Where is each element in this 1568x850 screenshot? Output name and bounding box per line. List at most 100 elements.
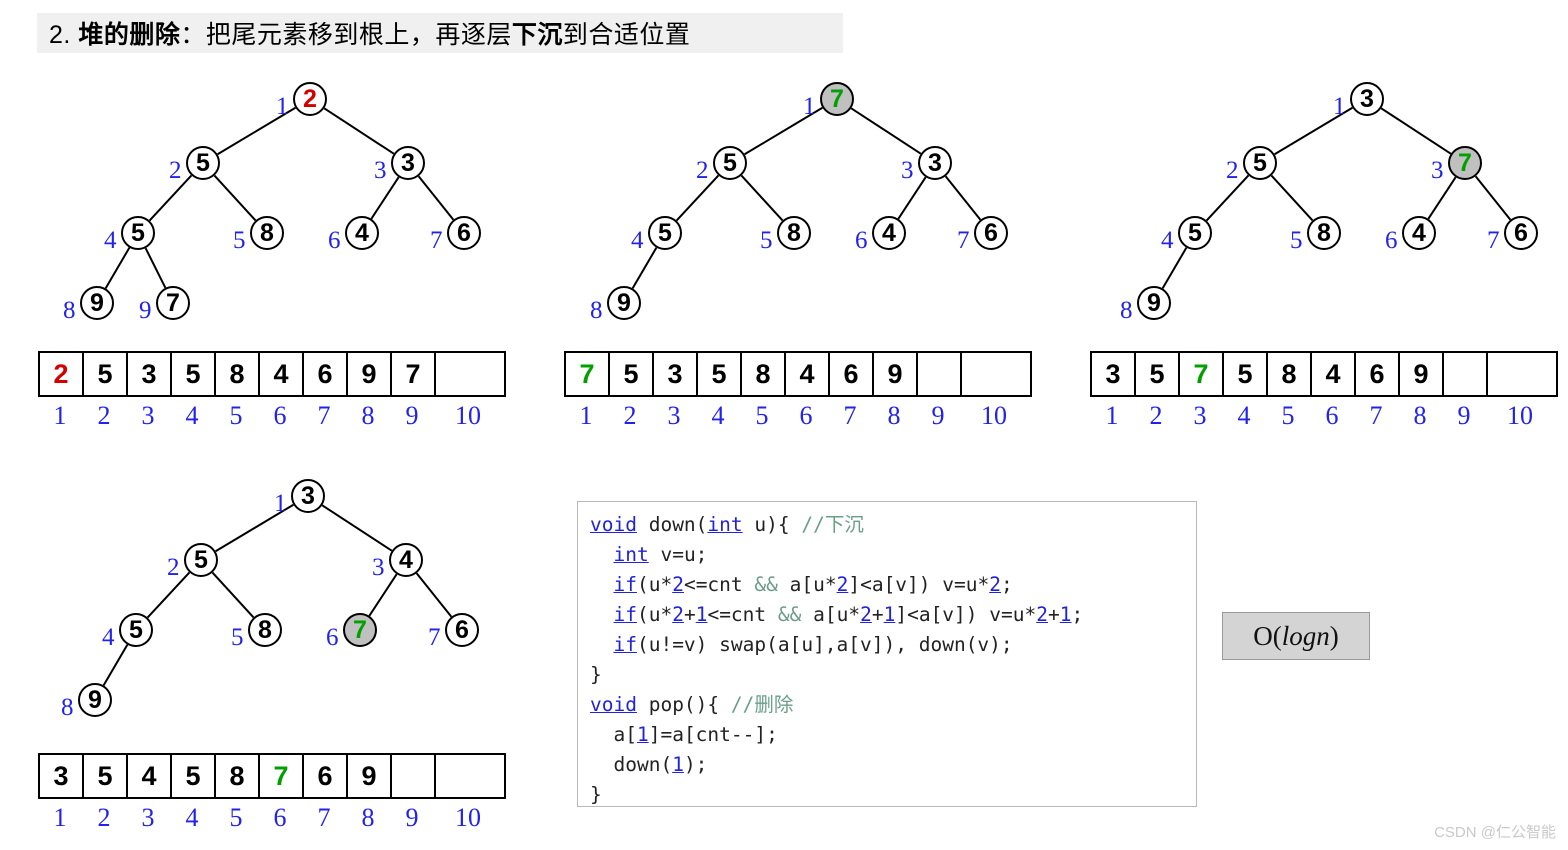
tree-step-3-array: 3 5 7 5 8 4 6 9 1 2 3 4 5 6 7 8 9 10 [1090,351,1558,431]
tree-node-index-3: 3 [901,157,914,184]
title-number: 2. [49,21,71,49]
watermark: CSDN @仁公智能 [1434,824,1556,841]
tree-node-index-5: 5 [1290,227,1303,254]
array-cell: 4 [128,755,172,797]
array-cell: 3 [654,353,698,395]
complexity-expression: logn [1281,620,1330,651]
array-index: 3 [1193,401,1207,430]
tree-edge [850,107,922,155]
array-cell: 2 [40,353,84,395]
page-title: 2. 堆的删除：把尾元素移到根上，再逐层下沉到合适位置 [37,15,690,51]
tree-node-index-7: 7 [430,227,443,254]
tree-node-index-3: 3 [1431,157,1444,184]
tree-edge [944,175,982,221]
array-cell: 4 [260,353,304,395]
array-cell: 5 [698,353,742,395]
array-cell: 4 [1312,353,1356,395]
array-cell: 6 [830,353,874,395]
tree-step-2-array: 7 5 3 5 8 4 6 9 1 2 3 4 5 6 7 8 9 10 [564,351,1032,431]
title-rest: ：把尾元素移到根上，再逐层 [180,21,512,49]
array-index: 6 [799,401,813,430]
array-cell: 4 [786,353,830,395]
array-index: 1 [53,401,67,430]
array-index: 2 [1149,401,1163,430]
tree-edge [144,247,167,289]
tree-edge [213,174,257,222]
array-index-row: 1 2 3 4 5 6 7 8 9 10 [1090,401,1558,431]
title-keyword-2: 下沉 [511,21,563,49]
tree-node-index-8: 8 [61,694,74,721]
tree-edge [415,572,453,618]
array-index: 7 [317,803,331,832]
array-cell [436,755,504,797]
array-cell: 7 [1180,353,1224,395]
array-cell: 3 [1092,353,1136,395]
array-index-row: 1 2 3 4 5 6 7 8 9 10 [38,401,506,431]
array-index: 10 [1507,401,1533,430]
array-index: 5 [755,401,769,430]
tree-edge [1474,175,1512,221]
array-index: 7 [843,401,857,430]
array-index: 3 [141,401,155,430]
tree-node-index-1: 1 [803,93,816,120]
tree-node-2: 5 [184,543,218,577]
array-index: 9 [405,401,419,430]
array-cell [436,353,504,395]
tree-node-index-8: 8 [63,297,76,324]
tree-edge [1270,174,1314,222]
tree-node-8: 9 [78,683,112,717]
complexity-prefix: O( [1253,620,1282,651]
tree-step-4-array: 3 5 4 5 8 7 6 9 1 2 3 4 5 6 7 8 9 10 [38,753,506,833]
array-cell: 7 [260,755,304,797]
tree-node-7: 6 [1504,216,1538,250]
array-index: 10 [455,401,481,430]
array-cell: 5 [610,353,654,395]
tree-node-3: 7 [1448,146,1482,180]
array-cell: 3 [40,755,84,797]
array-index: 8 [361,803,375,832]
array-cell [392,755,436,797]
array-index: 3 [141,803,155,832]
array-cells: 75358469 [564,351,1032,397]
array-cells: 35758469 [1090,351,1558,397]
array-cell: 8 [216,353,260,395]
tree-node-index-1: 1 [274,490,287,517]
tree-edge [1380,107,1452,155]
array-cell [962,353,1030,395]
array-cell: 8 [742,353,786,395]
array-cell: 5 [172,353,216,395]
tree-node-index-5: 5 [231,624,244,651]
tree-node-index-1: 1 [1333,93,1346,120]
tree-node-2: 5 [713,146,747,180]
array-index: 1 [53,803,67,832]
tree-node-5: 8 [777,216,811,250]
tree-node-index-7: 7 [428,624,441,651]
tree-edge [211,571,255,619]
array-index: 6 [273,401,287,430]
array-cell: 5 [172,755,216,797]
tree-node-4: 5 [121,216,155,250]
array-cell: 9 [874,353,918,395]
array-index: 5 [229,803,243,832]
array-index: 7 [1369,401,1383,430]
tree-node-index-2: 2 [169,157,182,184]
array-cell: 9 [348,755,392,797]
section-title-bar: 2. 堆的删除：把尾元素移到根上，再逐层下沉到合适位置 [37,13,843,53]
tree-node-6: 4 [345,216,379,250]
tree-node-2: 5 [1243,146,1277,180]
array-index: 6 [1325,401,1339,430]
array-cell: 3 [128,353,172,395]
tree-node-4: 5 [119,613,153,647]
tree-node-index-6: 6 [326,624,339,651]
tree-node-index-5: 5 [760,227,773,254]
array-cell: 5 [1224,353,1268,395]
tree-node-1: 2 [293,82,327,116]
complexity-badge: O(logn) [1222,612,1370,660]
tree-node-index-4: 4 [102,624,115,651]
tree-node-index-8: 8 [590,297,603,324]
array-index: 5 [1281,401,1295,430]
array-cell: 7 [392,353,436,395]
tree-node-3: 4 [389,543,423,577]
tree-node-index-4: 4 [104,227,117,254]
tree-node-index-1: 1 [276,93,289,120]
